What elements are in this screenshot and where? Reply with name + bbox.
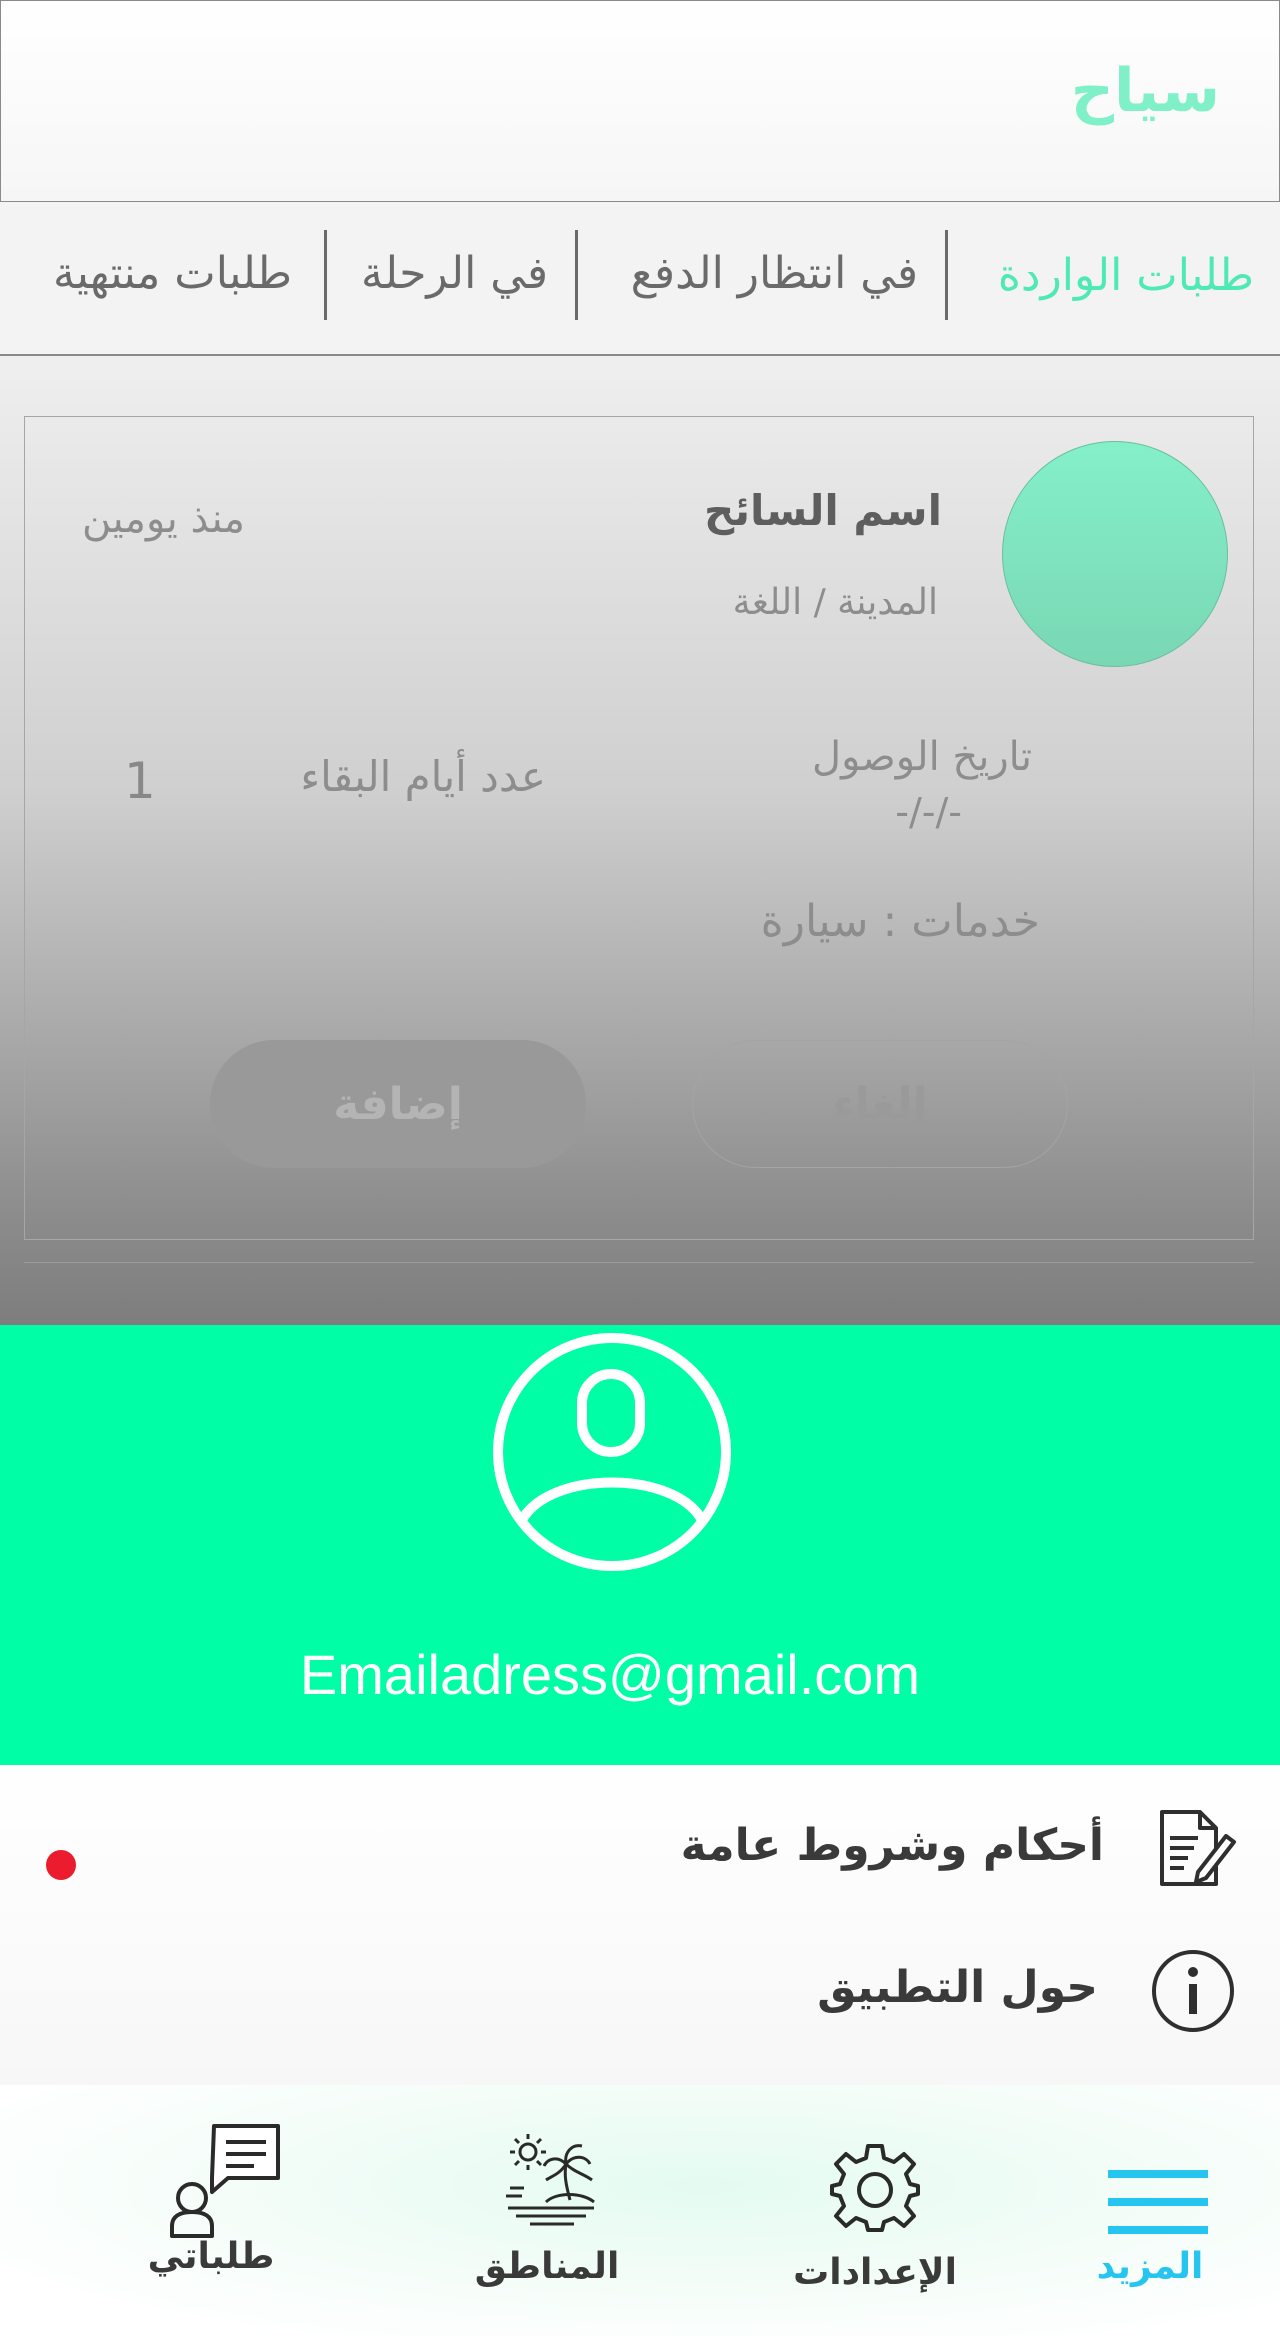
nav-settings-label[interactable]: الإعدادات [790,2252,960,2293]
arrival-date-label: تاريخ الوصول [812,734,1032,780]
arrival-date-value: -/-/- [895,790,962,834]
stay-days-value: 1 [124,752,156,810]
user-chat-icon[interactable] [164,2122,284,2242]
menu-item-about[interactable]: حول التطبيق [817,1962,1098,2013]
nav-more-label[interactable]: المزيد [1080,2246,1220,2287]
tab-finished-requests[interactable]: طلبات منتهية [53,248,292,299]
document-edit-icon [1160,1810,1236,1886]
tourist-avatar [1002,441,1228,667]
gear-icon[interactable] [830,2142,920,2232]
tab-incoming-requests[interactable]: طلبات الواردة [998,250,1254,301]
menu-item-terms[interactable]: أحكام وشروط عامة [681,1820,1104,1871]
tab-on-trip[interactable]: في الرحلة [361,248,548,299]
tab-bar: طلبات الواردة في انتظار الدفع في الرحلة … [0,202,1280,356]
island-icon[interactable] [500,2130,600,2230]
add-button[interactable]: إضافة [210,1040,586,1168]
info-icon [1152,1950,1234,2032]
services-text: خدمات : سيارة [760,896,1040,947]
notification-dot [46,1850,76,1880]
drawer-menu [0,1765,1280,2085]
cancel-button[interactable]: إلغاء [692,1040,1068,1168]
tab-divider [945,230,948,320]
app-title: سياح [1070,56,1220,126]
nav-regions-label[interactable]: المناطق [462,2246,632,2287]
menu-icon[interactable] [1108,2166,1208,2238]
tab-awaiting-payment[interactable]: في انتظار الدفع [631,248,918,299]
stay-days-label: عدد أيام البقاء [300,752,546,801]
nav-requests-label[interactable]: طلباتي [136,2236,286,2277]
request-time-ago: منذ يومين [82,496,245,542]
user-profile-icon[interactable] [490,1330,734,1574]
tourist-city-language: المدينة / اللغة [732,582,938,623]
user-email: Emailadress@gmail.com [299,1643,921,1706]
tourist-name: اسم السائح [704,486,942,535]
tab-divider [575,230,578,320]
request-card-next [24,1262,1254,1333]
tab-divider [324,230,327,320]
